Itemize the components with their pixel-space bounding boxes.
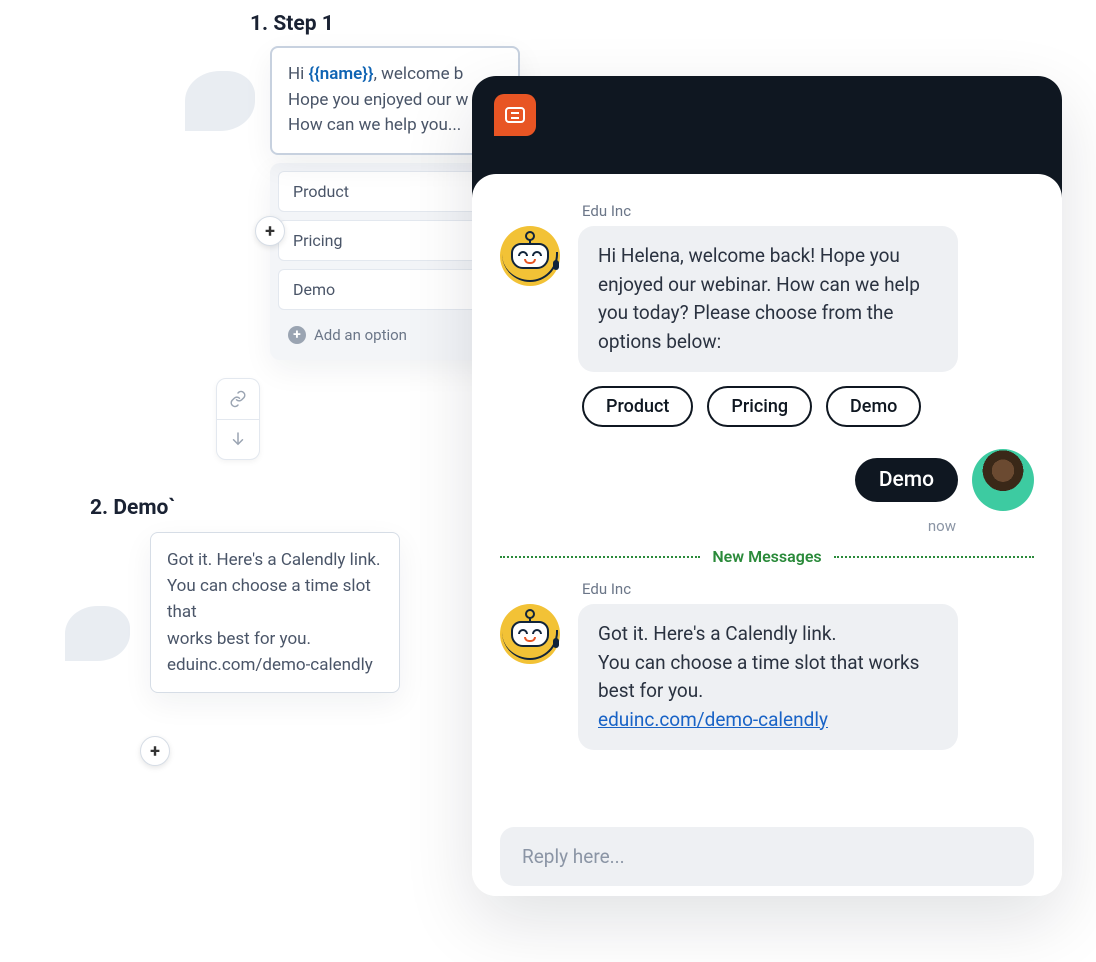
flow-node-decoration: [65, 606, 130, 661]
sender-name: Edu Inc: [582, 580, 1034, 598]
step-1-msg-suffix: , welcome b: [374, 64, 464, 84]
quick-reply-chips: Product Pricing Demo: [582, 386, 1034, 427]
step-1-msg-prefix: Hi: [288, 64, 308, 84]
divider-line: [834, 556, 1034, 558]
bot-msg-2-line2: You can choose a time slot that works be…: [598, 651, 919, 703]
bot-message-group: Edu Inc Got it. Here's a Calendly link. …: [500, 580, 1034, 750]
step-2-line3: works best for you.: [167, 629, 311, 649]
message-timestamp: now: [500, 517, 956, 535]
flow-node-decoration: [185, 71, 255, 131]
calendly-link[interactable]: eduinc.com/demo-calendly: [598, 708, 828, 731]
step-2-link: eduinc.com/demo-calendly: [167, 655, 373, 675]
link-icon[interactable]: [217, 379, 259, 419]
add-option-label: Add an option: [314, 326, 407, 344]
bot-message-bubble: Hi Helena, welcome back! Hope you enjoye…: [578, 226, 958, 372]
step-2-line2: You can choose a time slot that: [167, 576, 371, 622]
step-1-msg-line3: How can we help you...: [288, 115, 461, 135]
step-2-line1: Got it. Here's a Calendly link.: [167, 550, 380, 570]
quick-reply-chip[interactable]: Pricing: [707, 386, 812, 427]
arrow-down-icon[interactable]: [217, 419, 259, 459]
user-avatar: [972, 449, 1034, 511]
chat-widget: Edu Inc Hi Helena, welcome back! Hope yo…: [472, 76, 1062, 896]
plus-circle-icon: +: [288, 326, 306, 344]
add-step-button[interactable]: +: [255, 216, 285, 246]
bot-avatar-icon: [500, 604, 560, 664]
quick-reply-chip[interactable]: Product: [582, 386, 693, 427]
add-step-button[interactable]: +: [140, 736, 170, 766]
user-message-row: Demo: [500, 449, 1034, 511]
bot-message-group: Edu Inc Hi Helena, welcome back! Hope yo…: [500, 202, 1034, 427]
bot-message-bubble: Got it. Here's a Calendly link. You can …: [578, 604, 958, 750]
new-messages-label: New Messages: [712, 547, 821, 566]
bot-avatar-icon: [500, 226, 560, 286]
step-1-msg-line2: Hope you enjoyed our w: [288, 90, 468, 110]
user-message-bubble: Demo: [855, 458, 958, 502]
new-messages-divider: New Messages: [500, 547, 1034, 566]
chat-brand-icon: [494, 94, 536, 136]
divider-line: [500, 556, 700, 558]
step-1-label: 1. Step 1: [250, 12, 540, 36]
step-2-message-card[interactable]: Got it. Here's a Calendly link. You can …: [150, 532, 400, 694]
connector-toolbar: [216, 378, 260, 460]
chat-body: Edu Inc Hi Helena, welcome back! Hope yo…: [472, 174, 1062, 896]
reply-input[interactable]: Reply here...: [500, 827, 1034, 886]
template-variable-name: {{name}}: [308, 64, 373, 84]
sender-name: Edu Inc: [582, 202, 1034, 220]
bot-msg-2-line1: Got it. Here's a Calendly link.: [598, 622, 837, 645]
quick-reply-chip[interactable]: Demo: [826, 386, 921, 427]
